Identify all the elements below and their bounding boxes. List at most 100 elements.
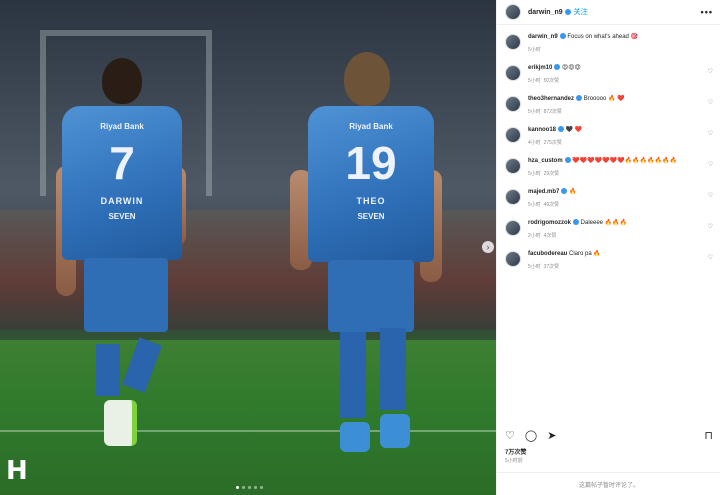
follow-button[interactable]: 关注 xyxy=(574,7,588,17)
player-right-sponsor: SEVEN xyxy=(357,212,385,221)
comment-likes[interactable]: 275次赞 xyxy=(544,140,562,146)
comment-username[interactable]: rodrigomozzok xyxy=(528,220,571,226)
comments-list: darwin_n9 Focus on what's ahead 🎯 5小时 er… xyxy=(497,25,720,273)
author-username[interactable]: darwin_n9 xyxy=(528,9,563,16)
player-right-shirt: Riyad Bank 19 THEO SEVEN xyxy=(308,106,434,262)
player-left-name: DARWIN xyxy=(100,196,144,206)
comment-username[interactable]: kannoo18 xyxy=(528,127,556,133)
comment-text: ❤️❤️❤️❤️❤️❤️❤️🔥🔥🔥🔥🔥🔥🔥 xyxy=(572,158,677,164)
verified-icon xyxy=(554,64,561,71)
verified-icon xyxy=(559,33,566,40)
comment-item: hza_custom ❤️❤️❤️❤️❤️❤️❤️🔥🔥🔥🔥🔥🔥🔥 5小时 29次… xyxy=(505,149,713,180)
comment-text: 😍😍😍 xyxy=(562,65,581,71)
carousel-dot[interactable] xyxy=(254,486,257,489)
post-actions: ♡ ◯ ➤ ⊓ xyxy=(505,429,713,442)
like-comment-icon[interactable]: ♡ xyxy=(708,68,713,75)
comment-likes[interactable]: 872次赞 xyxy=(544,109,562,115)
caption-time: 5小时 xyxy=(528,47,541,53)
comment-text: Brooooo 🔥 ❤️ xyxy=(583,96,625,102)
comment-item: facubodereau Claro pa 🔥 5小时 37次赞 ♡ xyxy=(505,242,713,273)
comment-time: 5小时 xyxy=(528,202,541,208)
carousel-dot[interactable] xyxy=(248,486,251,489)
comment-item: kannoo18 🖤 ❤️ 4小时 275次赞 ♡ xyxy=(505,118,713,149)
more-options-icon[interactable]: ••• xyxy=(701,7,713,17)
caption-text: Focus on what's ahead 🎯 xyxy=(567,34,639,40)
comments-disabled-notice: 这篇帖子暂时评论了。 xyxy=(497,472,720,495)
comment-likes[interactable]: 4次赞 xyxy=(544,233,557,239)
player-left-boot xyxy=(104,400,137,446)
post-time: 5小时前 xyxy=(505,458,523,464)
like-comment-icon[interactable]: ♡ xyxy=(708,223,713,230)
post-sidebar: darwin_n9 关注 ••• darwin_n9 Focus on what… xyxy=(496,0,720,495)
comment-username[interactable]: erikjm10 xyxy=(528,65,552,71)
comment-username[interactable]: facubodereau xyxy=(528,251,567,257)
comment-item: majed.mb7 🔥 5小时 49次赞 ♡ xyxy=(505,180,713,211)
caption: darwin_n9 Focus on what's ahead 🎯 5小时 xyxy=(505,25,713,56)
comment-text: 🔥 xyxy=(569,189,577,195)
caption-username[interactable]: darwin_n9 xyxy=(528,34,558,40)
comment-text: Daleeee 🔥🔥🔥 xyxy=(580,220,628,226)
comment-time: 5小时 xyxy=(528,171,541,177)
commenter-avatar[interactable] xyxy=(505,189,521,205)
comment-likes[interactable]: 49次赞 xyxy=(544,202,560,208)
comment-item: rodrigomozzok Daleeee 🔥🔥🔥 2小时 4次赞 ♡ xyxy=(505,211,713,242)
player-left: Riyad Bank 7 DARWIN SEVEN xyxy=(52,56,192,456)
post-photo[interactable]: Riyad Bank 7 DARWIN SEVEN Riyad Bank 19 … xyxy=(0,0,496,495)
comment-time: 4小时 xyxy=(528,140,541,146)
comment-username[interactable]: majed.mb7 xyxy=(528,189,559,195)
player-right-boot xyxy=(340,422,370,452)
next-photo-button[interactable]: › xyxy=(482,241,494,253)
player-right: Riyad Bank 19 THEO SEVEN xyxy=(288,52,448,462)
commenter-avatar[interactable] xyxy=(505,96,521,112)
share-icon[interactable]: ➤ xyxy=(547,429,556,442)
player-left-head xyxy=(102,58,142,104)
comment-time: 5小时 xyxy=(528,78,541,84)
save-icon[interactable]: ⊓ xyxy=(704,429,713,442)
player-left-number: 7 xyxy=(109,137,135,189)
likes-count[interactable]: 7万次赞 xyxy=(505,447,526,456)
player-left-shirt: Riyad Bank 7 DARWIN SEVEN xyxy=(62,106,182,260)
player-left-bank: Riyad Bank xyxy=(100,122,144,131)
comment-likes[interactable]: 29次赞 xyxy=(544,171,560,177)
like-comment-icon[interactable]: ♡ xyxy=(708,161,713,168)
verified-icon xyxy=(561,188,568,195)
commenter-avatar[interactable] xyxy=(505,127,521,143)
verified-icon xyxy=(564,9,571,15)
commenter-avatar[interactable] xyxy=(505,251,521,267)
player-right-shorts xyxy=(328,260,414,332)
verified-icon xyxy=(564,157,571,164)
commenter-avatar[interactable] xyxy=(505,158,521,174)
like-comment-icon[interactable]: ♡ xyxy=(708,99,713,106)
comment-username[interactable]: hza_custom xyxy=(528,158,563,164)
player-right-head xyxy=(344,52,390,106)
like-comment-icon[interactable]: ♡ xyxy=(708,254,713,261)
author-avatar[interactable] xyxy=(505,4,521,20)
commenter-avatar[interactable] xyxy=(505,220,521,236)
verified-icon xyxy=(558,126,565,133)
player-right-sock-right xyxy=(380,328,406,410)
like-comment-icon[interactable]: ♡ xyxy=(708,130,713,137)
carousel-dot[interactable] xyxy=(236,486,239,489)
club-logo: H xyxy=(6,456,28,486)
player-left-sponsor: SEVEN xyxy=(108,212,136,221)
like-icon[interactable]: ♡ xyxy=(505,429,515,442)
player-right-name: THEO xyxy=(356,196,386,206)
comment-likes[interactable]: 37次赞 xyxy=(544,264,560,270)
carousel-dot[interactable] xyxy=(242,486,245,489)
verified-icon xyxy=(576,95,583,102)
comment-item: erikjm10 😍😍😍 5小时 50次赞 ♡ xyxy=(505,56,713,87)
player-right-number: 19 xyxy=(345,137,397,189)
carousel-dot[interactable] xyxy=(260,486,263,489)
comment-icon[interactable]: ◯ xyxy=(525,429,537,442)
comment-username[interactable]: theo3hernandez xyxy=(528,96,574,102)
comment-text: 🖤 ❤️ xyxy=(565,127,583,133)
commenter-avatar[interactable] xyxy=(505,65,521,81)
like-comment-icon[interactable]: ♡ xyxy=(708,192,713,199)
post-header: darwin_n9 关注 ••• xyxy=(497,0,720,25)
comment-time: 5小时 xyxy=(528,264,541,270)
comment-item: theo3hernandez Brooooo 🔥 ❤️ 5小时 872次赞 ♡ xyxy=(505,87,713,118)
comment-likes[interactable]: 50次赞 xyxy=(544,78,560,84)
player-right-bank: Riyad Bank xyxy=(349,122,393,131)
author-avatar[interactable] xyxy=(505,34,521,50)
carousel-dots xyxy=(236,486,263,489)
